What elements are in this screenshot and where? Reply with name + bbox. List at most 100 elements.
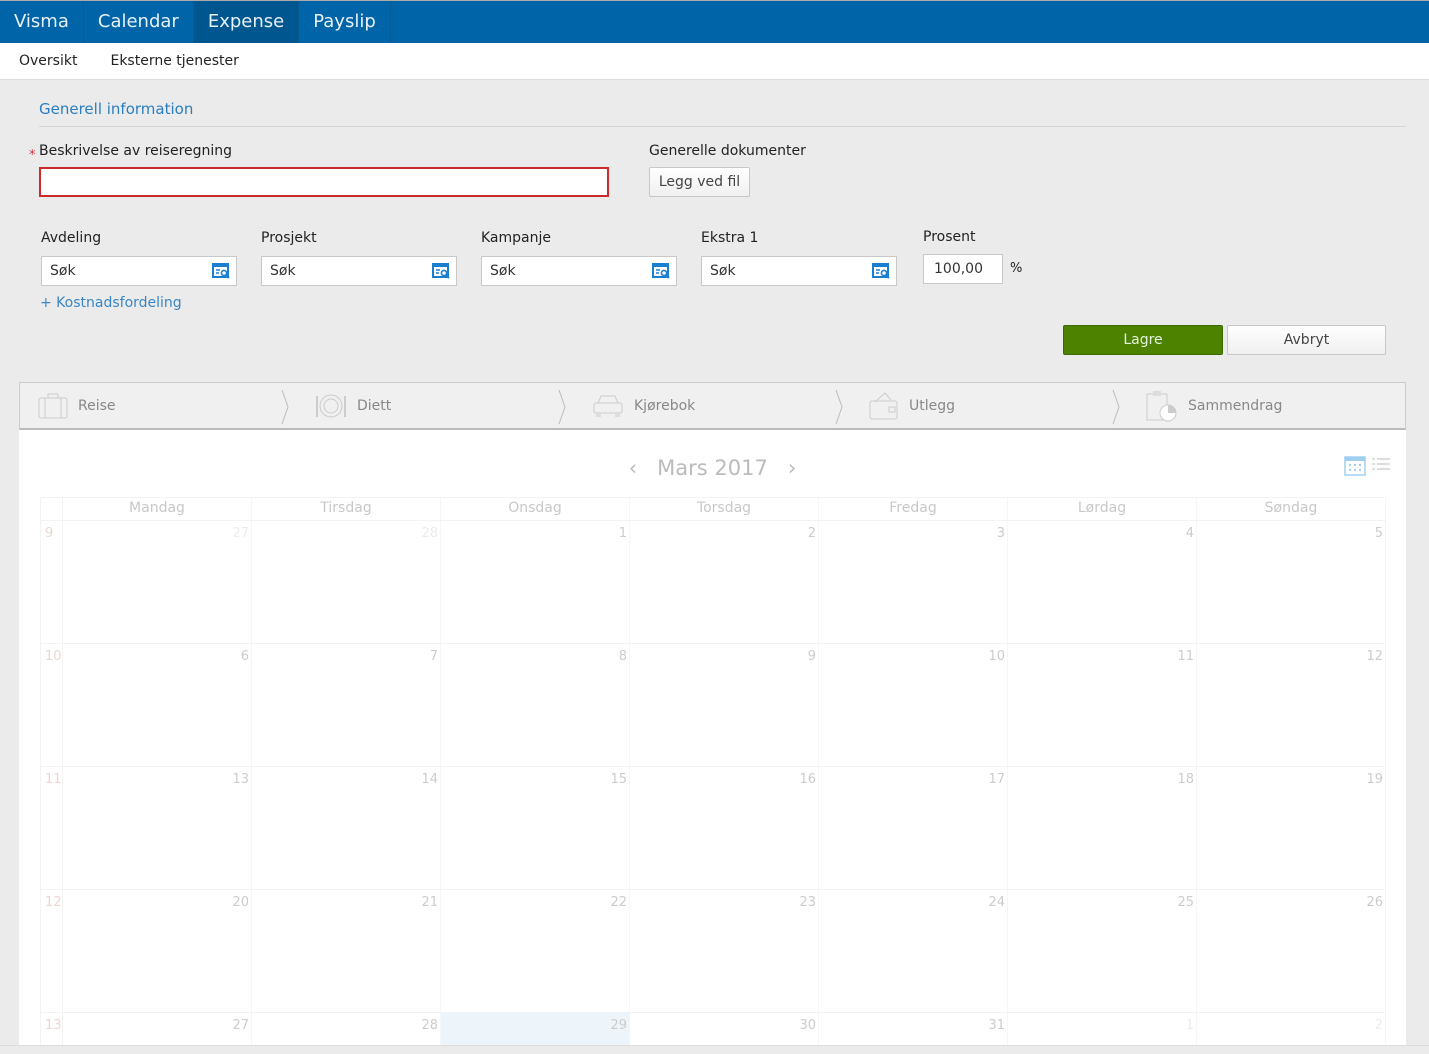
week-col-header — [40, 498, 63, 520]
month-title: Mars 2017 — [657, 456, 768, 480]
step-sammendrag[interactable]: Sammendrag — [1128, 383, 1405, 428]
nav-visma[interactable]: Visma — [0, 1, 84, 43]
step-diett[interactable]: Diett — [297, 383, 574, 428]
calendar-week-row: 12 20 21 22 23 24 25 26 — [40, 889, 1386, 1012]
search-placeholder: Søk — [270, 263, 296, 279]
nav-payslip[interactable]: Payslip — [299, 1, 391, 43]
nav-calendar[interactable]: Calendar — [84, 1, 194, 43]
percent-input[interactable]: 100,00 — [923, 254, 1003, 284]
search-placeholder: Søk — [490, 263, 516, 279]
calendar-day[interactable]: 28 — [252, 1013, 441, 1047]
cost-distribution-link[interactable]: + Kostnadsfordeling — [40, 295, 182, 311]
step-reise[interactable]: Reise — [20, 383, 297, 428]
calendar-day[interactable]: 4 — [1008, 521, 1197, 643]
description-label: Beskrivelse av reiseregning — [39, 143, 233, 159]
weekday-label: Torsdag — [630, 498, 819, 520]
ekstra1-search[interactable]: Søk — [701, 256, 897, 286]
calendar-day[interactable]: 18 — [1008, 767, 1197, 889]
prosjekt-search[interactable]: Søk — [261, 256, 457, 286]
weekday-label: Onsdag — [441, 498, 630, 520]
calendar-day[interactable]: 29 — [441, 1013, 630, 1047]
subnav-eksterne-tjenester[interactable]: Eksterne tjenester — [110, 53, 238, 69]
month-nav: ‹ Mars 2017 › — [19, 456, 1406, 480]
calendar-day[interactable]: 19 — [1197, 767, 1386, 889]
required-marker: * — [29, 148, 36, 163]
lookup-icon[interactable] — [212, 263, 230, 279]
calendar-day[interactable]: 16 — [630, 767, 819, 889]
subnav-oversikt[interactable]: Oversikt — [19, 53, 77, 69]
calendar-day[interactable]: 27 — [63, 521, 252, 643]
calendar-day[interactable]: 31 — [819, 1013, 1008, 1047]
calendar-day[interactable]: 12 — [1197, 644, 1386, 766]
calendar-day[interactable]: 3 — [819, 521, 1008, 643]
ekstra1-label: Ekstra 1 — [701, 230, 759, 246]
calendar: ‹ Mars 2017 › Mandag Tirsdag Onsdag Torsdag Fr… — [19, 430, 1406, 1047]
lookup-icon[interactable] — [872, 263, 890, 279]
calendar-day[interactable]: 23 — [630, 890, 819, 1012]
save-button[interactable]: Lagre — [1063, 325, 1223, 355]
calendar-day[interactable]: 15 — [441, 767, 630, 889]
calendar-day[interactable]: 11 — [1008, 644, 1197, 766]
calendar-day[interactable]: 6 — [63, 644, 252, 766]
list-view-icon[interactable] — [1372, 457, 1390, 473]
calendar-day[interactable]: 28 — [252, 521, 441, 643]
calendar-week-row: 13 27 28 29 30 31 1 2 — [40, 1012, 1386, 1047]
calendar-day[interactable]: 24 — [819, 890, 1008, 1012]
calendar-day[interactable]: 8 — [441, 644, 630, 766]
calendar-day[interactable]: 2 — [1197, 1013, 1386, 1047]
week-number: 11 — [40, 767, 63, 889]
sub-nav: Oversikt Eksterne tjenester — [0, 43, 1429, 80]
cancel-button[interactable]: Avbryt — [1227, 325, 1386, 355]
weekday-label: Fredag — [819, 498, 1008, 520]
next-month-chevron-right-icon[interactable]: › — [788, 456, 796, 480]
calendar-day[interactable]: 5 — [1197, 521, 1386, 643]
calendar-day[interactable]: 13 — [63, 767, 252, 889]
wallet-icon — [869, 391, 898, 419]
weekday-label: Lørdag — [1008, 498, 1197, 520]
calendar-day[interactable]: 7 — [252, 644, 441, 766]
calendar-day[interactable]: 22 — [441, 890, 630, 1012]
calendar-day[interactable]: 1 — [1008, 1013, 1197, 1047]
step-utlegg[interactable]: Utlegg — [851, 383, 1128, 428]
calendar-day[interactable]: 14 — [252, 767, 441, 889]
calendar-day[interactable]: 2 — [630, 521, 819, 643]
prosjekt-label: Prosjekt — [261, 230, 317, 246]
kampanje-search[interactable]: Søk — [481, 256, 677, 286]
calendar-day[interactable]: 9 — [630, 644, 819, 766]
summary-icon — [1146, 390, 1177, 421]
week-number: 12 — [40, 890, 63, 1012]
percent-unit: % — [1010, 261, 1023, 276]
week-number: 10 — [40, 644, 63, 766]
step-label: Diett — [357, 397, 392, 414]
step-label: Sammendrag — [1188, 397, 1283, 414]
calendar-day[interactable]: 27 — [63, 1013, 252, 1047]
top-nav: Visma Calendar Expense Payslip — [0, 0, 1429, 43]
step-kjorebok[interactable]: Kjørebok — [574, 383, 851, 428]
calendar-day[interactable]: 25 — [1008, 890, 1197, 1012]
calendar-week-row: 9 27 28 1 2 3 4 5 — [40, 520, 1386, 643]
nav-expense[interactable]: Expense — [193, 1, 300, 43]
prev-month-chevron-left-icon[interactable]: ‹ — [629, 456, 637, 480]
calendar-week-row: 10 6 7 8 9 10 11 12 — [40, 643, 1386, 766]
avdeling-search[interactable]: Søk — [41, 256, 237, 286]
bottom-bar — [0, 1045, 1429, 1054]
section-title: Generell information — [39, 100, 194, 118]
attach-file-button[interactable]: Legg ved fil — [649, 167, 750, 197]
calendar-day[interactable]: 21 — [252, 890, 441, 1012]
kampanje-label: Kampanje — [481, 230, 551, 246]
lookup-icon[interactable] — [432, 263, 450, 279]
calendar-day[interactable]: 30 — [630, 1013, 819, 1047]
percent-label: Prosent — [923, 229, 976, 245]
lookup-icon[interactable] — [652, 263, 670, 279]
description-input[interactable] — [39, 167, 609, 197]
calendar-day[interactable]: 20 — [63, 890, 252, 1012]
calendar-day[interactable]: 17 — [819, 767, 1008, 889]
calendar-view-icon[interactable] — [1344, 454, 1366, 476]
calendar-day[interactable]: 10 — [819, 644, 1008, 766]
avdeling-label: Avdeling — [41, 230, 102, 246]
calendar-day[interactable]: 1 — [441, 521, 630, 643]
week-number: 13 — [40, 1013, 63, 1047]
calendar-day[interactable]: 26 — [1197, 890, 1386, 1012]
weekday-header: Mandag Tirsdag Onsdag Torsdag Fredag Lørdag Sø… — [40, 497, 1386, 520]
week-number: 9 — [40, 521, 63, 643]
